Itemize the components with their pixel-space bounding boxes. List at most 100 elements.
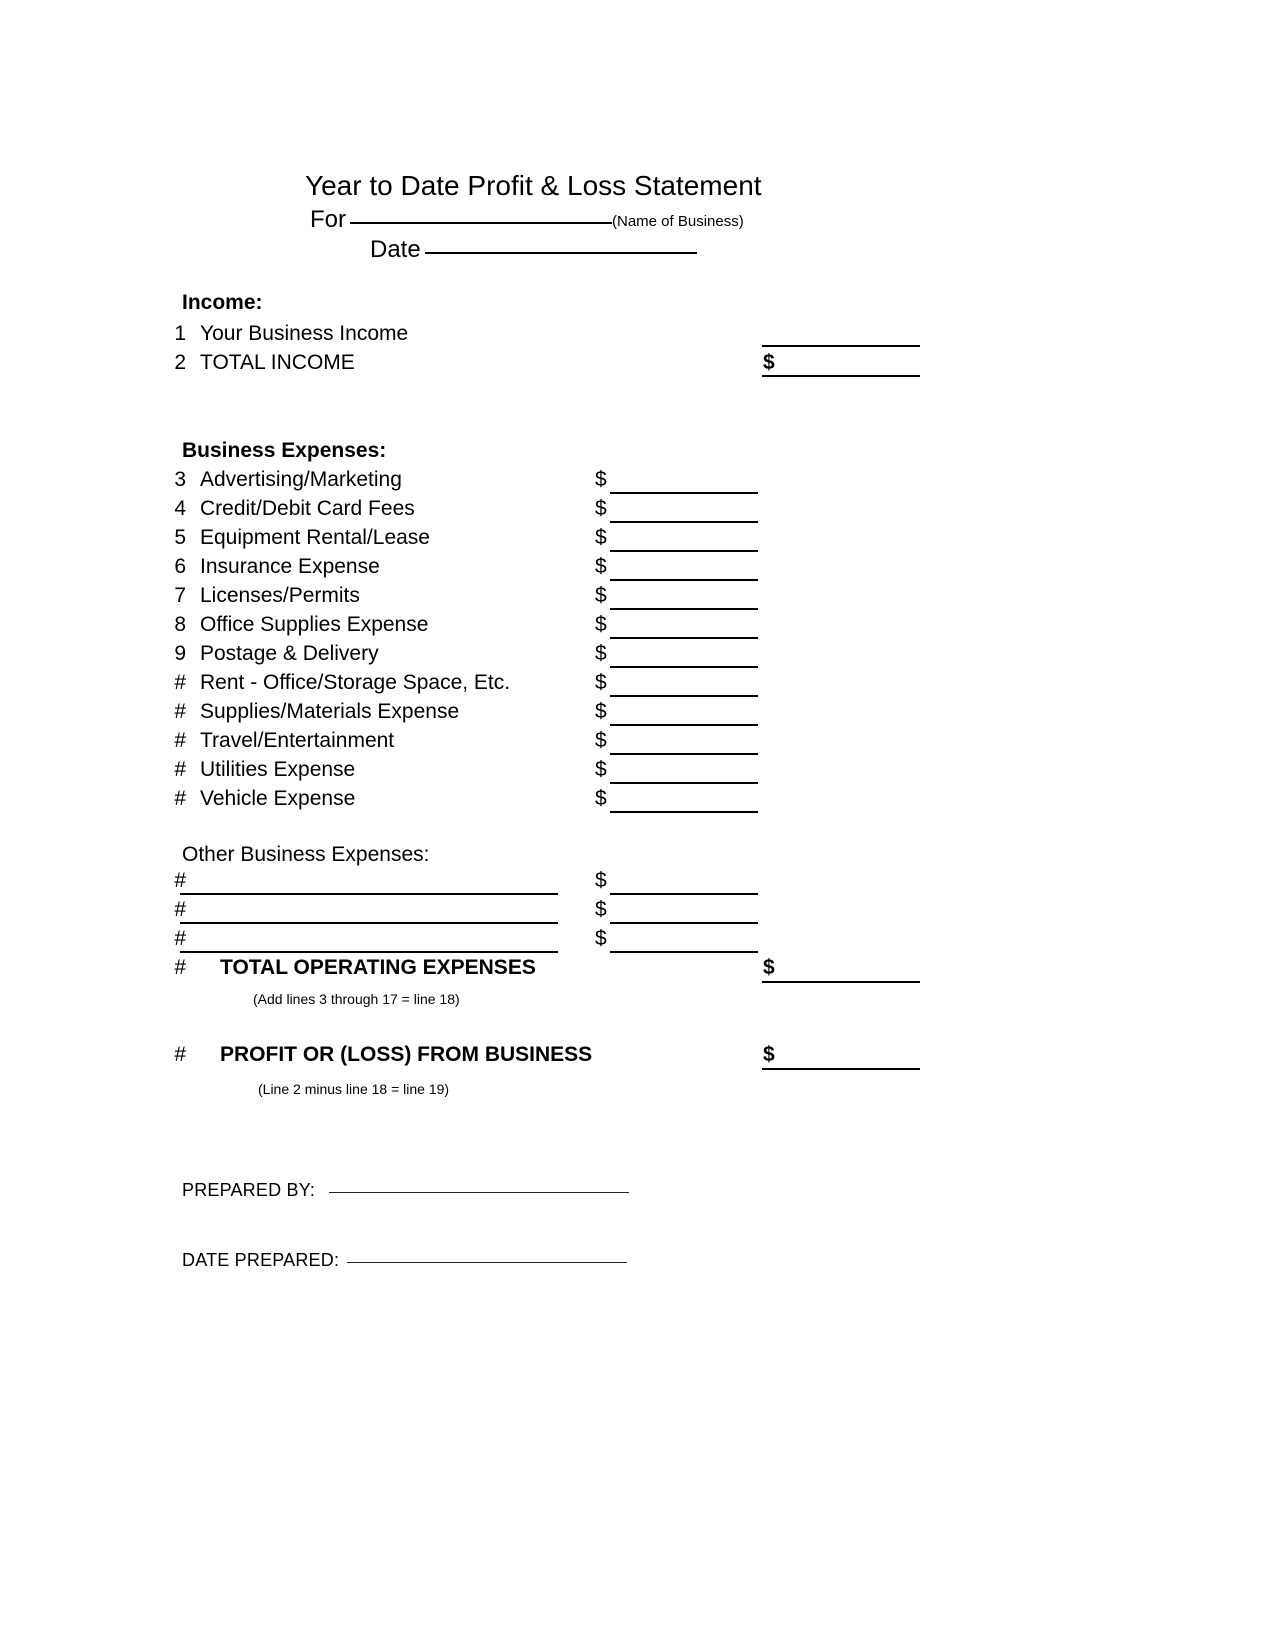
table-row: # Utilities Expense $: [158, 758, 918, 786]
dollar-sign: $: [595, 642, 607, 665]
dollar-sign: $: [595, 729, 607, 752]
line-label: Travel/Entertainment: [200, 729, 395, 752]
line-label: Postage & Delivery: [200, 642, 379, 665]
expense-amount-blank[interactable]: [610, 724, 758, 726]
page-title: Year to Date Profit & Loss Statement: [305, 170, 762, 201]
line-label: Supplies/Materials Expense: [200, 700, 460, 723]
expense-amount-blank[interactable]: [610, 579, 758, 581]
prepared-by-row: PREPARED BY:: [182, 1180, 630, 1201]
dollar-sign: $: [595, 526, 607, 549]
line-number: #: [174, 956, 186, 979]
dollar-sign: $: [595, 700, 607, 723]
date-blank[interactable]: [424, 252, 697, 254]
total-income-amount-blank[interactable]: [762, 375, 920, 377]
expense-amount-blank[interactable]: [610, 753, 758, 755]
dollar-sign: $: [595, 555, 607, 578]
expense-amount-blank[interactable]: [610, 608, 758, 610]
table-row: 9 Postage & Delivery $: [158, 642, 918, 670]
line-number: 4: [174, 497, 186, 520]
line-label: TOTAL INCOME: [200, 351, 355, 374]
dollar-sign: $: [595, 898, 607, 921]
other-expense-description-blank[interactable]: [180, 951, 558, 953]
dollar-sign: $: [595, 497, 607, 520]
date-prepared-blank[interactable]: [347, 1262, 628, 1263]
profit-or-loss-label: PROFIT OR (LOSS) FROM BUSINESS: [220, 1043, 593, 1066]
profit-loss-statement-page: Year to Date Profit & Loss Statement For…: [0, 0, 1276, 1651]
prepared-by-label: PREPARED BY:: [182, 1180, 316, 1200]
date-prepared-row: DATE PREPARED:: [182, 1250, 628, 1271]
line-number: #: [174, 1043, 186, 1066]
line-label: Licenses/Permits: [200, 584, 360, 607]
other-business-expenses-heading: Other Business Expenses:: [182, 843, 430, 866]
line-label: Office Supplies Expense: [200, 613, 429, 636]
date-field-row: Date: [370, 236, 697, 264]
table-row: # Vehicle Expense $: [158, 787, 918, 815]
date-label: Date: [370, 236, 421, 263]
dollar-sign: $: [595, 869, 607, 892]
dollar-sign: $: [763, 1043, 775, 1066]
expense-amount-blank[interactable]: [610, 695, 758, 697]
total-operating-expenses-row: # TOTAL OPERATING EXPENSES $: [158, 956, 1058, 984]
profit-or-loss-row: # PROFIT OR (LOSS) FROM BUSINESS $: [158, 1043, 1058, 1071]
for-label: For: [310, 206, 346, 233]
dollar-sign: $: [763, 956, 775, 979]
other-expense-amount-blank[interactable]: [610, 893, 758, 895]
line-label: Your Business Income: [200, 322, 409, 345]
line-label: Insurance Expense: [200, 555, 380, 578]
date-prepared-label: DATE PREPARED:: [182, 1250, 340, 1270]
total-operating-expenses-label: TOTAL OPERATING EXPENSES: [220, 956, 536, 979]
line-label: Rent - Office/Storage Space, Etc.: [200, 671, 511, 694]
dollar-sign: $: [595, 758, 607, 781]
table-row: 6 Insurance Expense $: [158, 555, 918, 583]
line-number: #: [174, 927, 186, 950]
table-row: # Supplies/Materials Expense $: [158, 700, 918, 728]
other-expense-description-blank[interactable]: [180, 922, 558, 924]
line-label: Equipment Rental/Lease: [200, 526, 430, 549]
other-expense-amount-blank[interactable]: [610, 951, 758, 953]
table-row: # Travel/Entertainment $: [158, 729, 918, 757]
line-number: 7: [174, 584, 186, 607]
dollar-sign: $: [595, 671, 607, 694]
line-number: 6: [174, 555, 186, 578]
income-heading: Income:: [182, 291, 263, 314]
line-label: Utilities Expense: [200, 758, 356, 781]
expense-amount-blank[interactable]: [610, 550, 758, 552]
business-name-blank[interactable]: [350, 222, 612, 224]
line-number: #: [174, 671, 186, 694]
prepared-by-blank[interactable]: [329, 1192, 630, 1193]
expense-amount-blank[interactable]: [610, 521, 758, 523]
line-number: 5: [174, 526, 186, 549]
line-number: 1: [174, 322, 186, 345]
profit-or-loss-amount-blank[interactable]: [762, 1068, 920, 1070]
table-row: 8 Office Supplies Expense $: [158, 613, 918, 641]
line-number: 9: [174, 642, 186, 665]
table-row: # Rent - Office/Storage Space, Etc. $: [158, 671, 918, 699]
line-label: Advertising/Marketing: [200, 468, 402, 491]
other-expense-amount-blank[interactable]: [610, 922, 758, 924]
table-row: 5 Equipment Rental/Lease $: [158, 526, 918, 554]
line-number: 3: [174, 468, 186, 491]
table-row: 4 Credit/Debit Card Fees $: [158, 497, 918, 525]
expense-amount-blank[interactable]: [610, 637, 758, 639]
total-operating-expenses-note: (Add lines 3 through 17 = line 18): [253, 991, 460, 1007]
other-expense-description-blank[interactable]: [180, 893, 558, 895]
income-line1-amount-blank[interactable]: [762, 345, 920, 347]
expense-amount-blank[interactable]: [610, 811, 758, 813]
total-operating-expenses-amount-blank[interactable]: [762, 981, 920, 983]
dollar-sign: $: [595, 613, 607, 636]
line-number: #: [174, 869, 186, 892]
name-of-business-hint: (Name of Business): [612, 213, 744, 230]
line-label: Vehicle Expense: [200, 787, 356, 810]
dollar-sign: $: [595, 927, 607, 950]
line-number: 2: [174, 351, 186, 374]
dollar-sign: $: [763, 351, 775, 374]
line-number: #: [174, 729, 186, 752]
dollar-sign: $: [595, 787, 607, 810]
table-row: 3 Advertising/Marketing $: [158, 468, 918, 496]
expense-amount-blank[interactable]: [610, 492, 758, 494]
line-label: Credit/Debit Card Fees: [200, 497, 415, 520]
expense-amount-blank[interactable]: [610, 782, 758, 784]
profit-or-loss-note: (Line 2 minus line 18 = line 19): [258, 1081, 450, 1097]
table-row: 7 Licenses/Permits $: [158, 584, 918, 612]
expense-amount-blank[interactable]: [610, 666, 758, 668]
